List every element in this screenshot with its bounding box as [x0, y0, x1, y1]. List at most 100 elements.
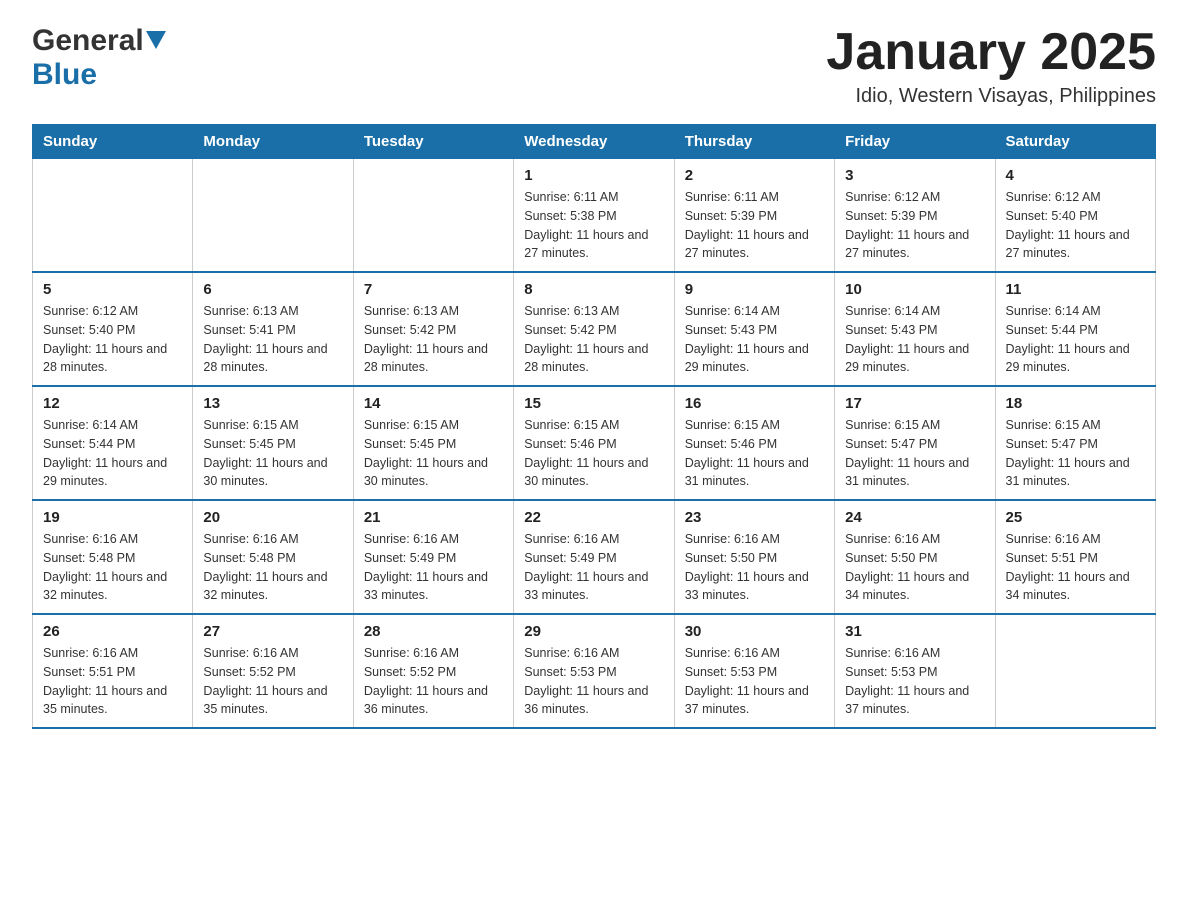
- location-text: Idio, Western Visayas, Philippines: [826, 85, 1156, 108]
- calendar-cell: 13 Sunrise: 6:15 AMSunset: 5:45 PMDayligh…: [193, 386, 353, 500]
- calendar-cell: 17Sunrise: 6:15 AMSunset: 5:47 PMDayligh…: [835, 386, 995, 500]
- day-info: Sunrise: 6:16 AMSunset: 5:52 PMDaylight:…: [203, 644, 342, 719]
- day-number: 20: [203, 509, 342, 526]
- day-info: Sunrise: 6:15 AMSunset: 5:47 PMDaylight:…: [1006, 416, 1145, 491]
- calendar-header-monday: Monday: [193, 125, 353, 159]
- day-info: Sunrise: 6:16 AMSunset: 5:53 PMDaylight:…: [524, 644, 663, 719]
- calendar-cell: 3Sunrise: 6:12 AMSunset: 5:39 PMDaylight…: [835, 159, 995, 273]
- calendar-cell: [193, 159, 353, 273]
- day-number: 16: [685, 395, 824, 412]
- day-info: Sunrise: 6:11 AMSunset: 5:38 PMDaylight:…: [524, 188, 663, 263]
- calendar-cell: 15Sunrise: 6:15 AMSunset: 5:46 PMDayligh…: [514, 386, 674, 500]
- calendar-header-friday: Friday: [835, 125, 995, 159]
- day-info: Sunrise: 6:16 AMSunset: 5:50 PMDaylight:…: [845, 530, 984, 605]
- day-number: 30: [685, 623, 824, 640]
- day-info: Sunrise: 6:15 AMSunset: 5:45 PMDaylight:…: [203, 416, 342, 491]
- calendar-cell: 16 Sunrise: 6:15 AMSunset: 5:46 PMDayligh…: [674, 386, 834, 500]
- logo-arrow-icon: [146, 31, 166, 53]
- day-info: Sunrise: 6:12 AMSunset: 5:40 PMDaylight:…: [43, 302, 182, 377]
- day-number: 4: [1006, 167, 1145, 184]
- logo-general-text: General: [32, 24, 144, 58]
- day-info: Sunrise: 6:16 AMSunset: 5:48 PMDaylight:…: [43, 530, 182, 605]
- day-info: Sunrise: 6:16 AMSunset: 5:53 PMDaylight:…: [685, 644, 824, 719]
- title-block: January 2025 Idio, Western Visayas, Phil…: [826, 24, 1156, 108]
- calendar-cell: [353, 159, 513, 273]
- day-number: 1: [524, 167, 663, 184]
- day-number: 11: [1006, 281, 1145, 298]
- day-info: Sunrise: 6:13 AMSunset: 5:42 PMDaylight:…: [364, 302, 503, 377]
- day-number: 18: [1006, 395, 1145, 412]
- day-number: 15: [524, 395, 663, 412]
- day-info: Sunrise: 6:11 AMSunset: 5:39 PMDaylight:…: [685, 188, 824, 263]
- calendar-cell: 22 Sunrise: 6:16 AMSunset: 5:49 PMDayligh…: [514, 500, 674, 614]
- calendar-cell: 25Sunrise: 6:16 AMSunset: 5:51 PMDayligh…: [995, 500, 1155, 614]
- day-number: 26: [43, 623, 182, 640]
- calendar-cell: 1 Sunrise: 6:11 AMSunset: 5:38 PMDaylight…: [514, 159, 674, 273]
- day-number: 12: [43, 395, 182, 412]
- day-number: 22: [524, 509, 663, 526]
- calendar-cell: 20 Sunrise: 6:16 AMSunset: 5:48 PMDayligh…: [193, 500, 353, 614]
- calendar-cell: 9 Sunrise: 6:14 AMSunset: 5:43 PMDaylight…: [674, 272, 834, 386]
- day-number: 21: [364, 509, 503, 526]
- calendar-header-tuesday: Tuesday: [353, 125, 513, 159]
- day-info: Sunrise: 6:14 AMSunset: 5:44 PMDaylight:…: [1006, 302, 1145, 377]
- calendar-week-3: 12 Sunrise: 6:14 AMSunset: 5:44 PMDayligh…: [33, 386, 1156, 500]
- day-number: 29: [524, 623, 663, 640]
- calendar-header-sunday: Sunday: [33, 125, 193, 159]
- day-number: 31: [845, 623, 984, 640]
- day-info: Sunrise: 6:13 AMSunset: 5:41 PMDaylight:…: [203, 302, 342, 377]
- calendar-cell: 14 Sunrise: 6:15 AMSunset: 5:45 PMDayligh…: [353, 386, 513, 500]
- calendar-header-saturday: Saturday: [995, 125, 1155, 159]
- day-info: Sunrise: 6:16 AMSunset: 5:48 PMDaylight:…: [203, 530, 342, 605]
- day-number: 8: [524, 281, 663, 298]
- calendar-header-wednesday: Wednesday: [514, 125, 674, 159]
- day-number: 9: [685, 281, 824, 298]
- logo: General Blue: [32, 24, 166, 92]
- calendar-cell: [995, 614, 1155, 728]
- day-info: Sunrise: 6:15 AMSunset: 5:45 PMDaylight:…: [364, 416, 503, 491]
- day-number: 6: [203, 281, 342, 298]
- calendar-cell: [33, 159, 193, 273]
- day-info: Sunrise: 6:14 AMSunset: 5:43 PMDaylight:…: [685, 302, 824, 377]
- day-info: Sunrise: 6:12 AMSunset: 5:40 PMDaylight:…: [1006, 188, 1145, 263]
- calendar-cell: 31 Sunrise: 6:16 AMSunset: 5:53 PMDayligh…: [835, 614, 995, 728]
- calendar-cell: 23Sunrise: 6:16 AMSunset: 5:50 PMDayligh…: [674, 500, 834, 614]
- calendar-week-1: 1 Sunrise: 6:11 AMSunset: 5:38 PMDaylight…: [33, 159, 1156, 273]
- calendar-cell: 29 Sunrise: 6:16 AMSunset: 5:53 PMDayligh…: [514, 614, 674, 728]
- day-number: 17: [845, 395, 984, 412]
- calendar-week-4: 19 Sunrise: 6:16 AMSunset: 5:48 PMDayligh…: [33, 500, 1156, 614]
- day-number: 14: [364, 395, 503, 412]
- calendar-cell: 11 Sunrise: 6:14 AMSunset: 5:44 PMDayligh…: [995, 272, 1155, 386]
- day-number: 7: [364, 281, 503, 298]
- calendar-cell: 27Sunrise: 6:16 AMSunset: 5:52 PMDayligh…: [193, 614, 353, 728]
- calendar-cell: 10 Sunrise: 6:14 AMSunset: 5:43 PMDayligh…: [835, 272, 995, 386]
- calendar-cell: 12 Sunrise: 6:14 AMSunset: 5:44 PMDayligh…: [33, 386, 193, 500]
- day-info: Sunrise: 6:16 AMSunset: 5:51 PMDaylight:…: [1006, 530, 1145, 605]
- calendar-cell: 26 Sunrise: 6:16 AMSunset: 5:51 PMDayligh…: [33, 614, 193, 728]
- page-header: General Blue January 2025 Idio, Western …: [32, 24, 1156, 108]
- day-info: Sunrise: 6:16 AMSunset: 5:52 PMDaylight:…: [364, 644, 503, 719]
- month-title: January 2025: [826, 24, 1156, 81]
- day-number: 3: [845, 167, 984, 184]
- calendar-cell: 18 Sunrise: 6:15 AMSunset: 5:47 PMDayligh…: [995, 386, 1155, 500]
- day-info: Sunrise: 6:15 AMSunset: 5:46 PMDaylight:…: [685, 416, 824, 491]
- day-number: 10: [845, 281, 984, 298]
- day-number: 28: [364, 623, 503, 640]
- day-info: Sunrise: 6:14 AMSunset: 5:43 PMDaylight:…: [845, 302, 984, 377]
- calendar-week-5: 26 Sunrise: 6:16 AMSunset: 5:51 PMDayligh…: [33, 614, 1156, 728]
- day-number: 24: [845, 509, 984, 526]
- calendar-cell: 2Sunrise: 6:11 AMSunset: 5:39 PMDaylight…: [674, 159, 834, 273]
- day-info: Sunrise: 6:16 AMSunset: 5:53 PMDaylight:…: [845, 644, 984, 719]
- calendar-cell: 8Sunrise: 6:13 AMSunset: 5:42 PMDaylight…: [514, 272, 674, 386]
- day-number: 19: [43, 509, 182, 526]
- calendar-header-thursday: Thursday: [674, 125, 834, 159]
- calendar-week-2: 5Sunrise: 6:12 AMSunset: 5:40 PMDaylight…: [33, 272, 1156, 386]
- calendar-cell: 5Sunrise: 6:12 AMSunset: 5:40 PMDaylight…: [33, 272, 193, 386]
- calendar-cell: 6 Sunrise: 6:13 AMSunset: 5:41 PMDaylight…: [193, 272, 353, 386]
- day-number: 13: [203, 395, 342, 412]
- calendar-table: SundayMondayTuesdayWednesdayThursdayFrid…: [32, 124, 1156, 729]
- day-info: Sunrise: 6:16 AMSunset: 5:51 PMDaylight:…: [43, 644, 182, 719]
- day-info: Sunrise: 6:14 AMSunset: 5:44 PMDaylight:…: [43, 416, 182, 491]
- calendar-header-row: SundayMondayTuesdayWednesdayThursdayFrid…: [33, 125, 1156, 159]
- day-info: Sunrise: 6:16 AMSunset: 5:49 PMDaylight:…: [524, 530, 663, 605]
